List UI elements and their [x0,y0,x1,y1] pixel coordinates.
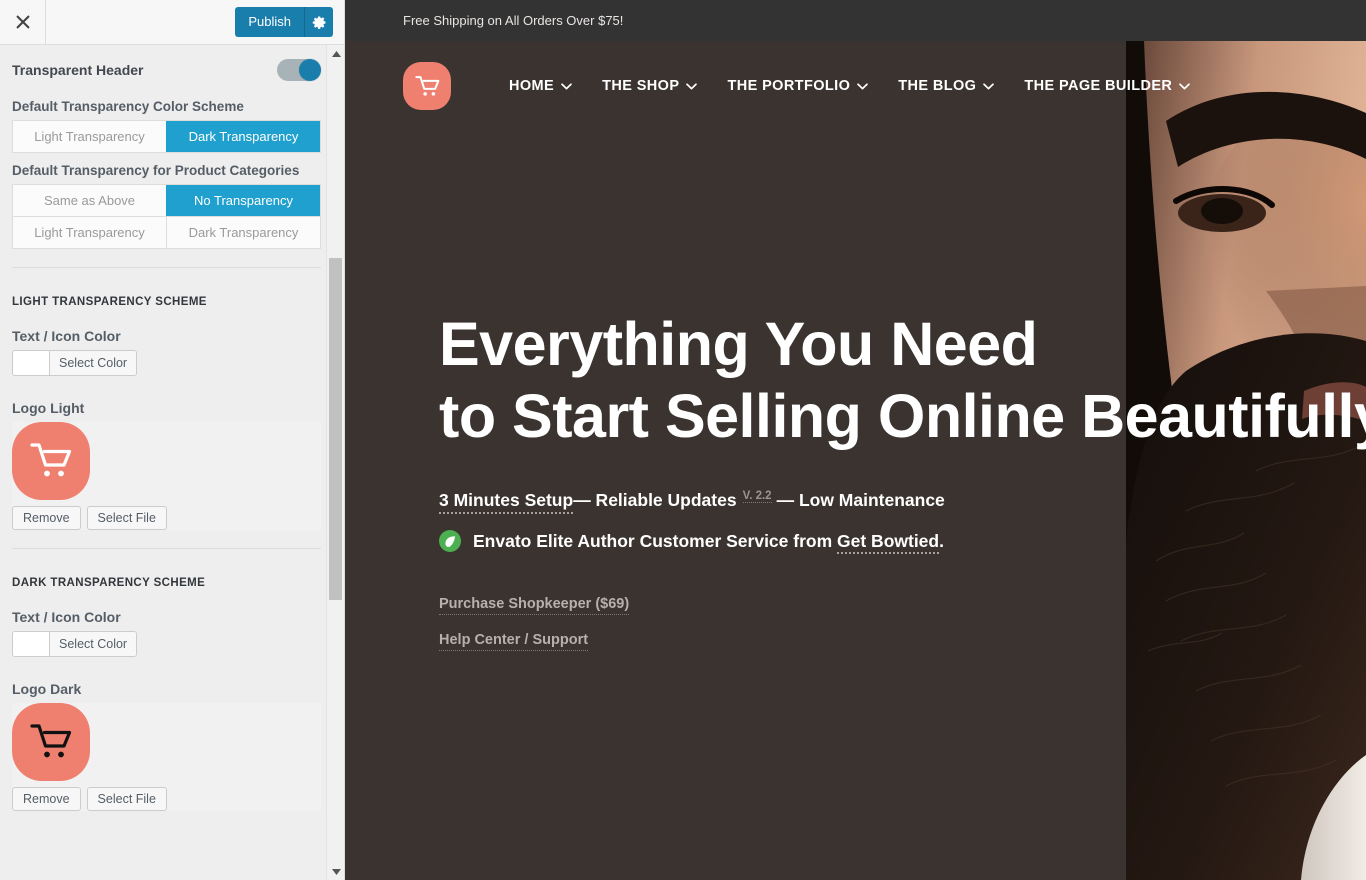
product-categories-row-1: Same as Above No Transparency [12,184,321,217]
segment-no-transparency[interactable]: No Transparency [166,185,320,216]
transparent-header-row: Transparent Header [12,45,321,89]
chevron-down-icon [1179,82,1191,89]
segment-dark-transparency[interactable]: Dark Transparency [166,121,320,152]
shopping-cart-icon-dark [12,703,90,781]
site-preview: Free Shipping on All Orders Over $75! HO… [345,0,1366,880]
hero-support-line: Envato Elite Author Customer Service fro… [439,530,1366,554]
scroll-up-arrow-icon[interactable] [327,45,344,62]
chevron-down-icon [857,82,869,89]
logo-light-media-box: Remove Select File [12,422,321,530]
logo-light-remove-button[interactable]: Remove [12,506,81,530]
nav-item-the-portfolio[interactable]: THE PORTFOLIO [727,78,869,94]
dark-text-icon-color-label: Text / Icon Color [12,609,121,625]
hero-support-text: Envato Elite Author Customer Service fro… [473,530,944,554]
logo-dark-media-box: Remove Select File [12,703,321,811]
chevron-down-icon [686,82,698,89]
divider-2 [12,548,321,549]
chevron-down-icon [983,82,995,89]
logo-light-label: Logo Light [12,400,85,416]
nav-item-the-shop[interactable]: THE SHOP [602,78,698,94]
light-select-color-button[interactable]: Select Color [50,351,137,375]
nav-item-the-page-builder[interactable]: THE PAGE BUILDER [1024,78,1191,94]
customizer-sidebar: Publish Transparent Header Default Trans… [0,0,345,880]
transparent-header-toggle[interactable] [277,59,321,81]
dark-color-swatch [13,632,50,656]
nav-item-home[interactable]: HOME [509,78,572,94]
hero-support-after: . [939,530,944,551]
logo-light-select-file-button[interactable]: Select File [86,506,167,530]
nav-item-label: THE BLOG [898,78,977,94]
nav-item-label: THE PAGE BUILDER [1024,78,1173,94]
segment-cat-light-transparency[interactable]: Light Transparency [13,217,166,248]
sidebar-header: Publish [0,0,344,45]
announcement-bar: Free Shipping on All Orders Over $75! [345,0,1366,41]
light-color-picker[interactable]: Select Color [12,350,138,376]
toggle-knob [299,59,321,81]
hero-support-before: Envato Elite Author Customer Service fro… [473,530,838,551]
close-icon[interactable] [0,0,46,44]
hero-heading-line-2: to Start Selling Online Beautifully [439,382,1366,450]
dark-scheme-title: DARK TRANSPARENCY SCHEME [12,577,206,589]
divider [12,267,321,268]
hero-sub-updates: — Reliable Updates [573,490,737,510]
envato-leaf-icon [439,530,461,552]
gear-icon[interactable] [304,7,333,37]
site-logo-shopping-cart-icon[interactable] [403,62,451,110]
hero-heading-line-1: Everything You Need [439,310,1038,378]
sidebar-body: Transparent Header Default Transparency … [0,45,344,880]
hero-subheading: 3 Minutes Setup — Reliable Updates V. 2.… [439,490,1366,514]
hero-links: Purchase Shopkeeper ($69) Help Center / … [439,596,1366,651]
purchase-shopkeeper-link[interactable]: Purchase Shopkeeper ($69) [439,596,630,615]
nav-menu: HOME THE SHOP THE PORTFOLIO THE BLOG THE… [509,78,1191,94]
nav-item-label: THE SHOP [602,78,680,94]
chevron-down-icon [561,82,572,89]
light-color-swatch [13,351,50,375]
logo-dark-select-file-button[interactable]: Select File [86,787,167,811]
product-categories-row-2: Light Transparency Dark Transparency [12,217,321,249]
publish-button[interactable]: Publish [235,7,304,37]
hero-version-badge[interactable]: V. 2.2 [742,490,772,503]
customizer-app: Publish Transparent Header Default Trans… [0,0,1366,880]
announcement-text: Free Shipping on All Orders Over $75! [403,13,624,28]
dark-select-color-button[interactable]: Select Color [50,632,137,656]
shopping-cart-icon [12,422,90,500]
hero-sub-setup: 3 Minutes Setup [439,490,574,514]
color-scheme-buttons: Light Transparency Dark Transparency [12,120,321,153]
sidebar-scrollbar[interactable] [326,45,344,880]
logo-dark-buttons: Remove Select File [12,787,321,811]
segment-same-as-above[interactable]: Same as Above [13,185,166,216]
color-scheme-label: Default Transparency Color Scheme [12,99,244,114]
logo-light-buttons: Remove Select File [12,506,321,530]
segment-light-transparency[interactable]: Light Transparency [13,121,166,152]
scroll-down-arrow-icon[interactable] [327,863,344,880]
get-bowtied-link[interactable]: Get Bowtied [837,530,940,554]
dark-color-picker[interactable]: Select Color [12,631,138,657]
hero-heading: Everything You Need to Start Selling Onl… [439,308,1366,452]
light-text-icon-color-label: Text / Icon Color [12,328,121,344]
nav-item-label: THE PORTFOLIO [727,78,851,94]
logo-dark-label: Logo Dark [12,681,82,697]
light-scheme-title: LIGHT TRANSPARENCY SCHEME [12,296,207,308]
product-categories-label: Default Transparency for Product Categor… [12,163,300,178]
hero-section: Everything You Need to Start Selling Onl… [345,308,1366,651]
scrollbar-thumb[interactable] [329,258,342,600]
nav-item-label: HOME [509,78,555,94]
transparent-header-label: Transparent Header [12,62,144,78]
help-center-support-link[interactable]: Help Center / Support [439,632,589,651]
hero-sub-maintenance: — Low Maintenance [776,490,945,510]
site-navigation: HOME THE SHOP THE PORTFOLIO THE BLOG THE… [345,41,1366,113]
nav-item-the-blog[interactable]: THE BLOG [898,78,995,94]
logo-dark-remove-button[interactable]: Remove [12,787,81,811]
publish-group: Publish [235,7,333,37]
segment-cat-dark-transparency[interactable]: Dark Transparency [166,217,320,248]
